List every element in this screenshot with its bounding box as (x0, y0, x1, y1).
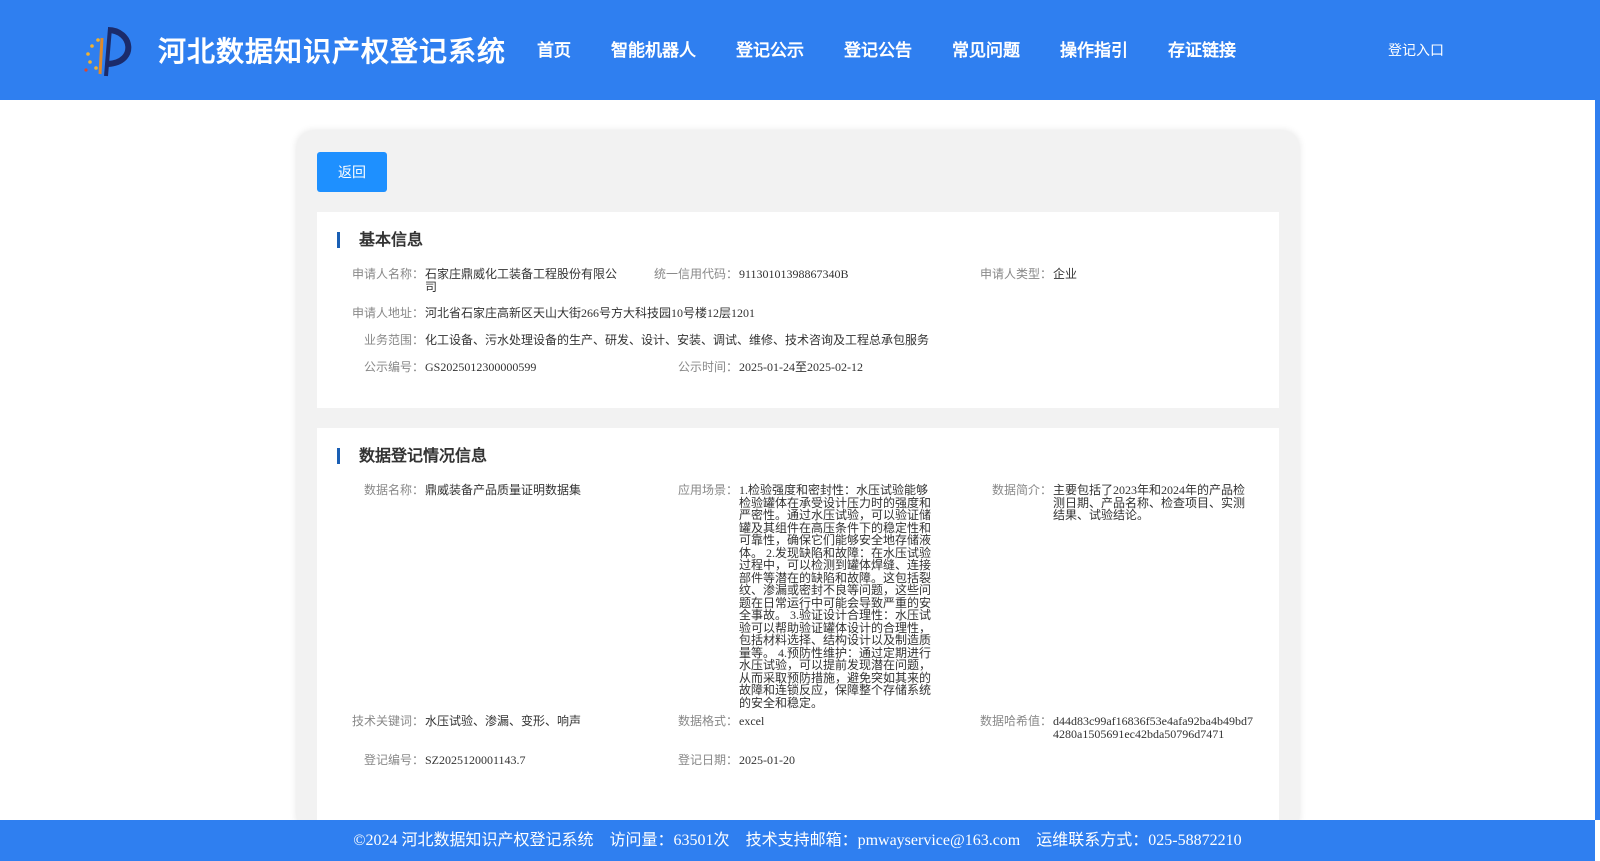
section-title-data: 数据登记情况信息 (337, 446, 487, 466)
value-data-hash: d44d83c99af16836f53e4afa92ba4b49bd74280a… (1053, 714, 1253, 741)
label-data-intro: 数据简介： (991, 483, 1052, 497)
value-scope: 化工设备、污水处理设备的生产、研发、设计、安装、调试、维修、技术咨询及工程总承包… (425, 333, 930, 347)
section-marker (337, 448, 340, 464)
footer-copyright: ©2024 河北数据知识产权登记系统 (353, 832, 594, 849)
label-address: 申请人地址： (351, 306, 424, 320)
label-tech-keywords: 技术关键词： (351, 714, 424, 728)
footer-ops-phone: 运维联系方式：025-58872210 (1036, 832, 1242, 849)
label-application-scene: 应用场景： (677, 483, 738, 497)
label-credit-code: 统一信用代码： (653, 267, 738, 281)
nav-home[interactable]: 首页 (537, 36, 571, 61)
value-registration-date: 2025-01-20 (739, 753, 795, 767)
label-data-name: 数据名称： (363, 483, 424, 497)
value-applicant-type: 企业 (1053, 267, 1078, 281)
footer-visits: 访问量：63501次 (609, 832, 730, 849)
label-data-format: 数据格式： (677, 714, 738, 728)
login-link[interactable]: 登记入口 (1388, 40, 1444, 60)
label-registration-date: 登记日期： (677, 753, 738, 767)
nav-robot[interactable]: 智能机器人 (611, 36, 696, 61)
label-applicant-name: 申请人名称： (351, 267, 424, 281)
label-applicant-type: 申请人类型： (979, 267, 1052, 281)
site-title: 河北数据知识产权登记系统 (158, 35, 507, 68)
page-footer: ©2024 河北数据知识产权登记系统 访问量：63501次 技术支持邮箱：pmw… (0, 820, 1595, 861)
value-address: 河北省石家庄高新区天山大街266号方大科技园10号楼12层1201 (425, 306, 756, 320)
nav-registration-announcement[interactable]: 登记公告 (844, 36, 912, 61)
label-registration-number: 登记编号： (363, 753, 424, 767)
data-registration-card: 数据登记情况信息 数据名称： 鼎威装备产品质量证明数据集 应用场景： 1.检验强… (317, 428, 1279, 848)
back-button[interactable]: 返回 (317, 152, 387, 192)
section-marker (337, 232, 340, 248)
main-nav: 首页 智能机器人 登记公示 登记公告 常见问题 操作指引 存证链接 (537, 36, 1236, 61)
basic-info-card: 基本信息 申请人名称： 石家庄鼎威化工装备工程股份有限公司 统一信用代码： 91… (317, 212, 1279, 408)
label-data-hash: 数据哈希值： (979, 714, 1052, 728)
value-publicity-time: 2025-01-24至2025-02-12 (739, 360, 863, 374)
nav-evidence-link[interactable]: 存证链接 (1168, 36, 1236, 61)
label-publicity-number: 公示编号： (363, 360, 424, 374)
detail-panel: 返回 基本信息 申请人名称： 石家庄鼎威化工装备工程股份有限公司 统一信用代码：… (297, 131, 1299, 848)
site-logo-icon[interactable] (80, 24, 136, 80)
section-title-basic: 基本信息 (337, 230, 423, 250)
label-scope: 业务范围： (363, 333, 424, 347)
top-header: 河北数据知识产权登记系统 首页 智能机器人 登记公示 登记公告 常见问题 操作指… (0, 0, 1600, 100)
label-publicity-time: 公示时间： (677, 360, 738, 374)
page-scrollbar[interactable] (1595, 100, 1600, 820)
footer-support-email: 技术支持邮箱：pmwayservice@163.com (745, 832, 1021, 849)
value-data-intro: 主要包括了2023年和2024年的产品检测日期、产品名称、检查项目、实测结果、试… (1053, 483, 1246, 522)
nav-faq[interactable]: 常见问题 (952, 36, 1020, 61)
value-application-scene: 1.检验强度和密封性：水压试验能够检验罐体在承受设计压力时的强度和严密性。通过水… (739, 483, 932, 710)
nav-guide[interactable]: 操作指引 (1060, 36, 1128, 61)
nav-registration-publicity[interactable]: 登记公示 (736, 36, 804, 61)
